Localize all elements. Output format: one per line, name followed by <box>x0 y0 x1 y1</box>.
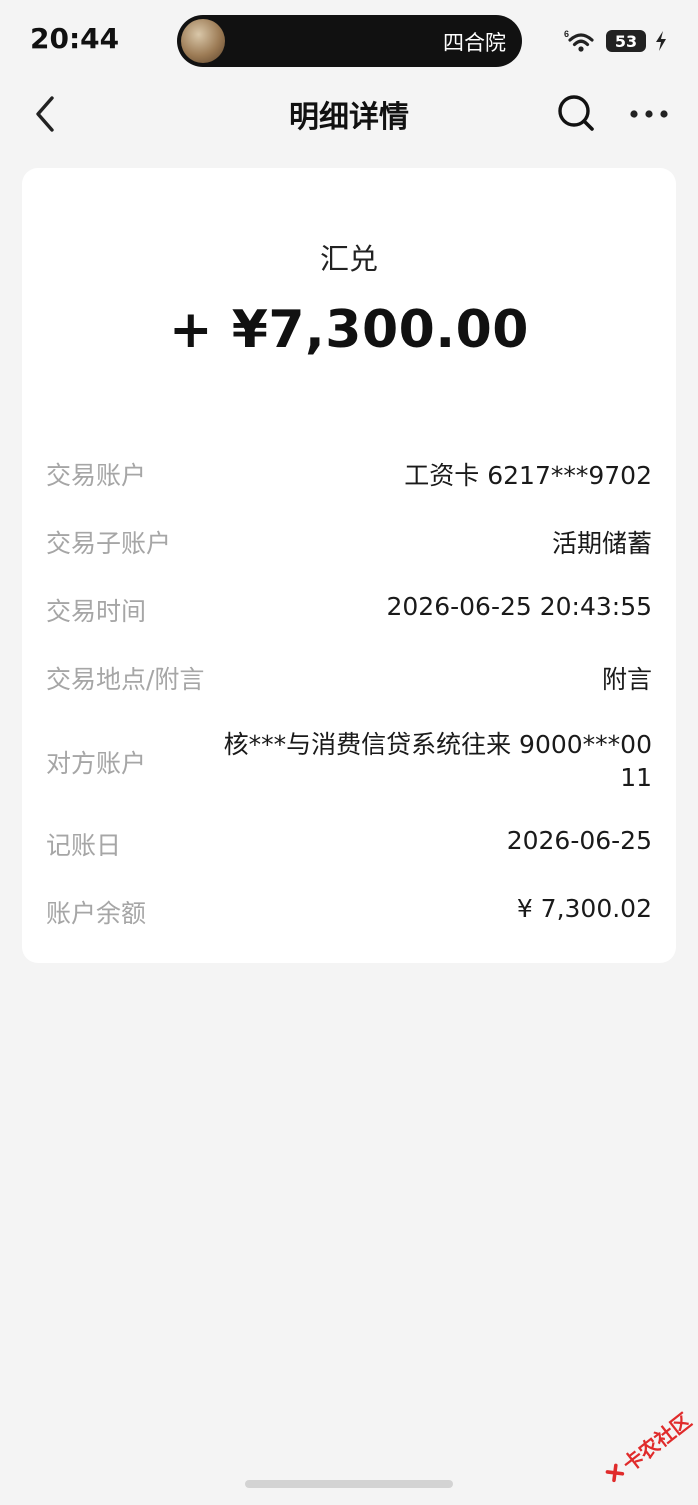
detail-label-location-note: 交易地点/附言 <box>46 665 205 694</box>
battery-indicator: 53 <box>606 30 646 52</box>
bolt-icon <box>656 31 666 51</box>
nav-bar: 明细详情 <box>0 84 698 144</box>
detail-value-time: 2026-06-25 20:43:55 <box>386 592 652 621</box>
detail-value-counterparty: 核***与消费信贷系统往来 9000***0011 <box>223 730 652 792</box>
detail-value-account: 工资卡 6217***9702 <box>404 461 652 490</box>
media-thumbnail <box>181 19 225 63</box>
detail-label-sub-account: 交易子账户 <box>46 529 172 558</box>
detail-value-posting-date: 2026-06-25 <box>506 826 652 855</box>
dynamic-island[interactable]: 四合院 <box>177 15 522 67</box>
detail-label-posting-date: 记账日 <box>46 831 122 860</box>
watermark: 卡农社区 <box>587 1389 698 1505</box>
search-icon[interactable] <box>555 92 597 134</box>
wifi-6-icon: 6 <box>564 29 594 52</box>
detail-list: 交易账户 工资卡 6217***9702 交易子账户 活期储蓄 交易时间 202… <box>22 168 676 963</box>
detail-label-time: 交易时间 <box>46 597 147 626</box>
home-indicator[interactable] <box>245 1480 453 1488</box>
detail-label-account: 交易账户 <box>46 461 147 490</box>
island-media-title: 四合院 <box>443 31 506 55</box>
more-dots-icon[interactable] <box>628 100 670 128</box>
status-time: 20:44 <box>30 22 120 55</box>
detail-value-sub-account: 活期储蓄 <box>551 529 652 558</box>
transaction-detail-card: 汇兑 + ¥7,300.00 交易账户 工资卡 6217***9702 交易子账… <box>22 168 676 963</box>
watermark-text: 卡农社区 <box>617 1407 696 1477</box>
detail-value-location-note: 附言 <box>601 665 652 694</box>
status-icons: 6 53 <box>564 26 668 56</box>
status-bar: 20:44 四合院 6 53 <box>0 0 698 84</box>
detail-value-balance: ¥ 7,300.02 <box>516 894 652 923</box>
detail-label-balance: 账户余额 <box>46 899 147 928</box>
svg-text:6: 6 <box>564 29 569 39</box>
detail-label-counterparty: 对方账户 <box>46 749 147 778</box>
